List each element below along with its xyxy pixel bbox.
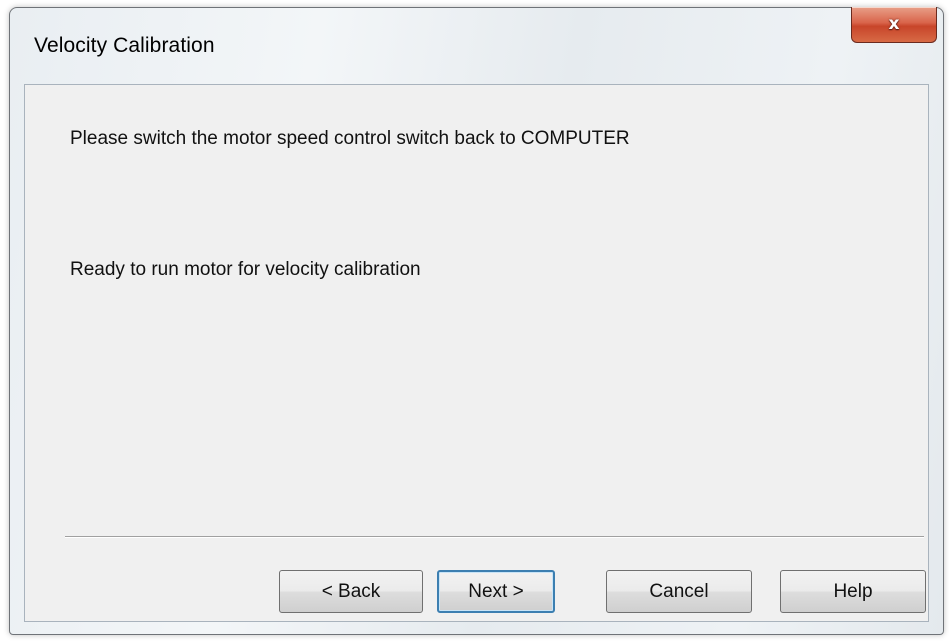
cancel-button[interactable]: Cancel: [606, 570, 752, 613]
status-text: Ready to run motor for velocity calibrat…: [70, 259, 421, 280]
close-button[interactable]: x: [851, 7, 937, 43]
window-title: Velocity Calibration: [34, 34, 215, 57]
instruction-text: Please switch the motor speed control sw…: [70, 128, 630, 149]
next-button[interactable]: Next >: [437, 570, 555, 613]
back-button[interactable]: < Back: [279, 570, 423, 613]
close-icon: x: [888, 13, 900, 34]
separator-line: [65, 536, 924, 538]
dialog-content: Please switch the motor speed control sw…: [24, 84, 929, 622]
help-button[interactable]: Help: [780, 570, 926, 613]
dialog-window: Velocity Calibration x Please switch the…: [9, 7, 944, 635]
title-bar[interactable]: Velocity Calibration x: [10, 7, 943, 84]
